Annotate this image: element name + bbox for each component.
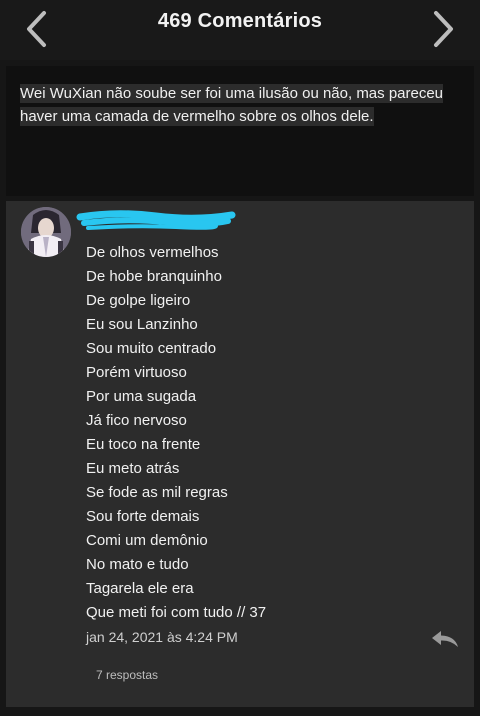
comment-line: Sou muito centrado <box>86 340 217 357</box>
redaction-scribble <box>76 210 236 230</box>
reply-icon[interactable] <box>430 629 460 649</box>
comment-line: Tagarela ele era <box>86 580 194 597</box>
comment-line: Eu meto atrás <box>86 460 180 477</box>
comment-line: Comi um demônio <box>86 532 208 549</box>
comment-line: Eu toco na frente <box>86 436 201 453</box>
comment-line: De olhos vermelhos <box>86 244 219 261</box>
comment-line: Já fico nervoso <box>86 412 187 429</box>
quoted-passage: Wei WuXian não soube ser foi uma ilusão … <box>6 66 474 196</box>
comment-line: Se fode as mil regras <box>86 484 228 501</box>
comment-line: De hobe branquinho <box>86 268 222 285</box>
comment-line: Que meti foi com tudo // 37 <box>86 604 267 621</box>
chevron-right-icon[interactable] <box>424 6 464 52</box>
comment-line: Sou forte demais <box>86 508 200 525</box>
quoted-text: Wei WuXian não soube ser foi uma ilusão … <box>20 84 444 126</box>
comment-line: Porém virtuoso <box>86 364 187 381</box>
avatar[interactable] <box>21 207 71 257</box>
comment-line: No mato e tudo <box>86 556 189 573</box>
comment-timestamp: jan 24, 2021 às 4:24 PM <box>86 629 238 645</box>
page-title: 469 Comentários <box>157 10 323 32</box>
comment-line: Eu sou Lanzinho <box>86 316 198 333</box>
comment-body: De olhos vermelhos De hobe branquinho De… <box>86 241 446 625</box>
comment-line: De golpe ligeiro <box>86 292 191 309</box>
comment-line: Por uma sugada <box>86 388 197 405</box>
replies-link[interactable]: 7 respostas <box>96 668 158 682</box>
top-bar: 469 Comentários <box>0 0 480 60</box>
comment-card: De olhos vermelhos De hobe branquinho De… <box>6 201 474 707</box>
